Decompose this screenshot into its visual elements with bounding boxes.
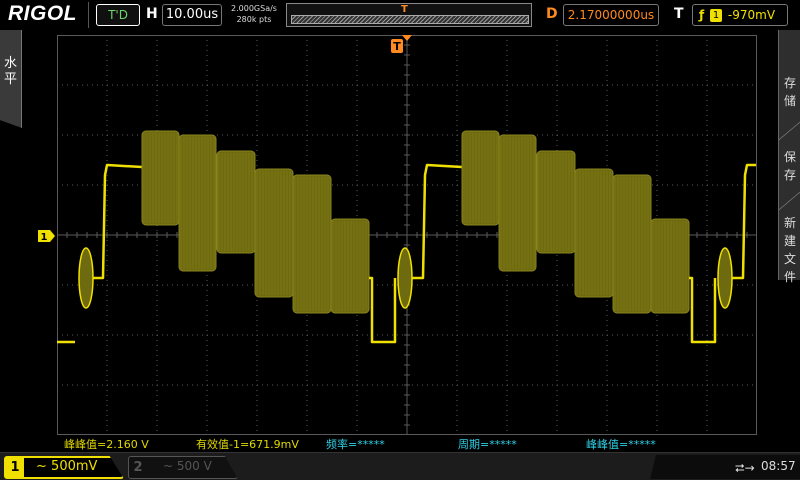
channel-status-bar: 1 ~ 500mV 2 ~ 500 V ⮂→ 08:57 <box>0 452 800 480</box>
ch1-scale-value: 500mV <box>51 459 98 474</box>
trigger-setting[interactable]: ƒ 1 -970mV <box>692 4 788 26</box>
measurement-bar: 峰峰值=2.160 V 有效值-1=671.9mV 频率=***** 周期=**… <box>0 435 800 451</box>
display-markers: T <box>391 35 412 53</box>
trigger-level: -970mV <box>727 8 776 22</box>
ch2-scale: ~ 500 V <box>163 459 212 473</box>
horizontal-label: H <box>146 6 158 22</box>
delay-label: D <box>546 6 558 22</box>
ch1-ground-marker[interactable]: 1 <box>38 230 58 242</box>
trigger-label: T <box>674 6 684 22</box>
measure-vpp-ch2[interactable]: 峰峰值=***** <box>586 436 656 452</box>
clock: 08:57 <box>761 459 796 473</box>
sample-rate: 2.000GSa/s <box>231 4 277 13</box>
waveform-display[interactable]: T <box>57 35 757 435</box>
measure-vrms-ch1[interactable]: 有效值-1=671.9mV <box>196 436 299 452</box>
ch1-settings-tab[interactable]: 1 ~ 500mV <box>4 456 124 479</box>
ch2-scale-value: 500 V <box>176 459 212 473</box>
rising-edge-icon: ƒ <box>699 8 705 22</box>
trigger-position-marker[interactable]: T <box>391 35 412 53</box>
measure-frequency[interactable]: 频率=***** <box>326 436 385 452</box>
measure-period[interactable]: 周期=***** <box>458 436 517 452</box>
delay-value[interactable]: 2.17000000us <box>563 4 659 26</box>
horizontal-menu-label: 水平 <box>3 56 17 87</box>
ch1-scale: ~ 500mV <box>36 459 97 474</box>
acquisition-info: 2.000GSa/s 280k pts <box>228 3 280 25</box>
ch2-number: 2 <box>133 460 143 475</box>
logo-separator <box>88 2 89 28</box>
ch2-settings-tab[interactable]: 2 ~ 500 V <box>128 456 238 479</box>
ac-coupling-icon: ~ <box>36 459 47 474</box>
softkey-menu: 存储 保存 新建文件 <box>778 30 800 284</box>
measure-vpp-ch1[interactable]: 峰峰值=2.160 V <box>64 436 149 452</box>
trigger-position-label: T <box>393 40 401 53</box>
menu-item-save[interactable]: 保存 <box>779 148 800 184</box>
ch1-ground-label: 1 <box>41 232 48 242</box>
rigol-logo: RIGOL <box>8 2 77 25</box>
memory-waveform-preview <box>291 15 529 24</box>
menu-item-new-file[interactable]: 新建文件 <box>779 214 800 286</box>
ch1-number: 1 <box>6 458 24 477</box>
menu-divider <box>779 120 800 141</box>
menu-item-storage[interactable]: 存储 <box>779 74 800 110</box>
ch2-coupling-icon: ~ <box>163 459 174 473</box>
trigger-channel: 1 <box>710 9 723 22</box>
usb-icon: ⮂→ <box>735 461 755 475</box>
timebase-value[interactable]: 10.00us <box>162 4 222 26</box>
menu-divider <box>779 190 800 211</box>
memory-depth: 280k pts <box>236 15 272 24</box>
memory-trigger-marker: T <box>401 4 408 15</box>
horizontal-menu-tab[interactable]: 水平 <box>0 30 22 128</box>
top-status-bar: RIGOL T'D H 10.00us 2.000GSa/s 280k pts … <box>0 0 800 30</box>
memory-overview-bar[interactable]: T <box>286 3 532 27</box>
trigger-status-badge[interactable]: T'D <box>96 4 140 26</box>
